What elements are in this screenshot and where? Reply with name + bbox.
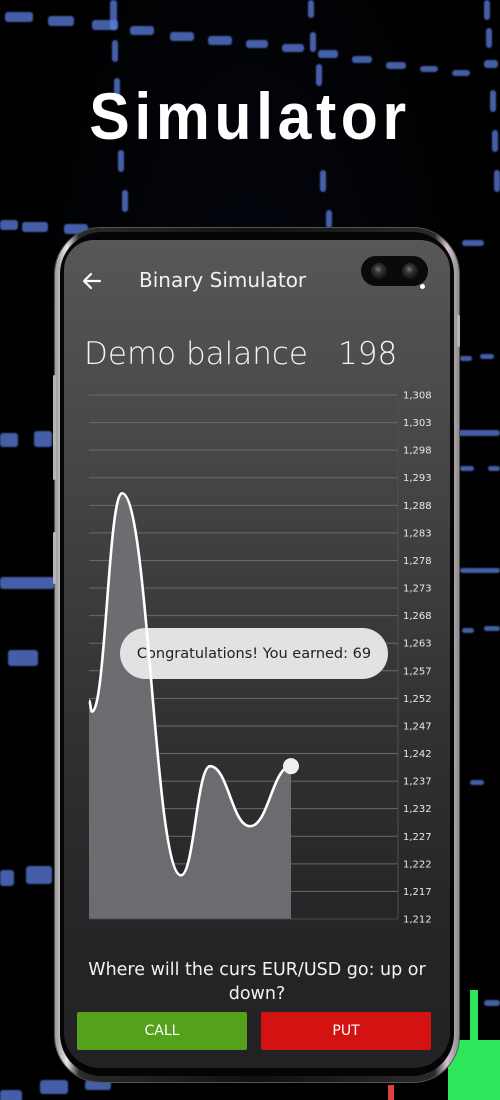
y-tick-label: 1,217 [403, 887, 432, 898]
y-tick-label: 1,268 [403, 611, 432, 622]
y-tick-label: 1,263 [403, 639, 432, 650]
y-tick-label: 1,212 [403, 915, 432, 926]
y-tick-label: 1,283 [403, 528, 432, 539]
y-axis-ticks: 1,308 1,303 1,298 1,293 1,288 1,283 1,278 1,273… [403, 391, 432, 926]
y-tick-label: 1,237 [403, 777, 432, 788]
y-tick-label: 1,273 [403, 584, 432, 595]
prediction-question: Where will the curs EUR/USD go: up or do… [88, 960, 426, 1004]
y-tick-label: 1,222 [403, 859, 432, 870]
chart-area-fill [89, 493, 291, 919]
y-tick-label: 1,288 [403, 501, 432, 512]
y-tick-label: 1,257 [403, 666, 432, 677]
y-tick-label: 1,298 [403, 446, 432, 457]
phone-side-button [53, 375, 56, 480]
y-tick-label: 1,278 [403, 556, 432, 567]
y-tick-label: 1,293 [403, 473, 432, 484]
hero-title: Simulator [89, 79, 411, 153]
y-tick-label: 1,252 [403, 694, 432, 705]
phone-side-button [53, 532, 56, 584]
y-tick-label: 1,308 [403, 391, 432, 402]
phone-side-button [457, 315, 460, 347]
y-tick-label: 1,232 [403, 804, 432, 815]
put-button[interactable]: PUT [261, 1012, 431, 1050]
y-tick-label: 1,247 [403, 721, 432, 732]
app-screen: Binary Simulator Demo balance 198 1,308 1,… [64, 240, 450, 1068]
y-tick-label: 1,227 [403, 832, 432, 843]
y-tick-label: 1,303 [403, 418, 432, 429]
toast-message: Congratulations! You earned: 69 [120, 628, 388, 679]
y-tick-label: 1,242 [403, 749, 432, 760]
call-button[interactable]: CALL [77, 1012, 247, 1050]
